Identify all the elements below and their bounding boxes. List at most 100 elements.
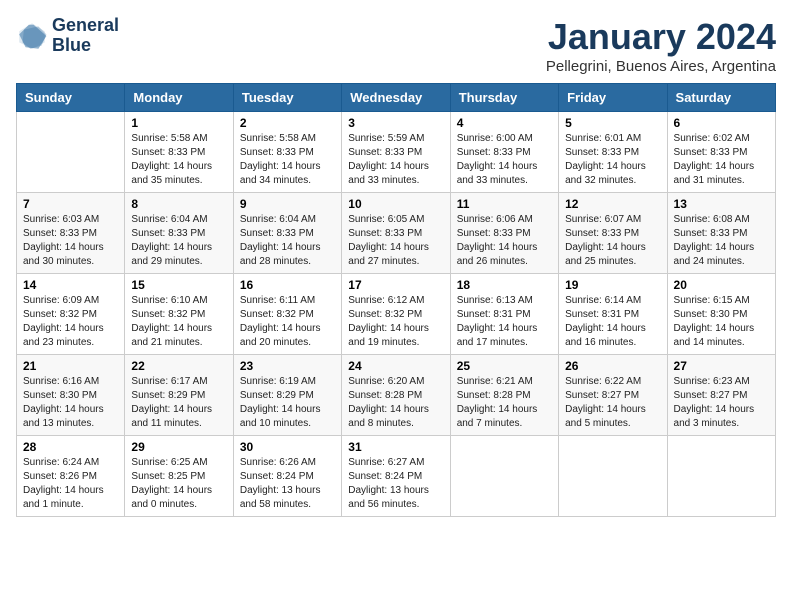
day-info: Sunrise: 6:16 AM Sunset: 8:30 PM Dayligh… [23, 375, 118, 431]
calendar-cell: 12Sunrise: 6:07 AM Sunset: 8:33 PM Dayli… [559, 193, 667, 274]
calendar-cell: 30Sunrise: 6:26 AM Sunset: 8:24 PM Dayli… [233, 436, 341, 517]
calendar-cell: 1Sunrise: 5:58 AM Sunset: 8:33 PM Daylig… [125, 112, 233, 193]
calendar-week-5: 28 Sunrise: 6:24 AM Sunset: 8:26 PM Dayli… [17, 436, 776, 517]
day-number: 24 [348, 359, 443, 373]
calendar-cell: 14 Sunrise: 6:09 AM Sunset: 8:32 PM Dayli… [17, 274, 125, 355]
day-number: 10 [348, 197, 443, 211]
day-number: 22 [131, 359, 226, 373]
day-number: 29 [131, 440, 226, 454]
calendar-cell [450, 436, 558, 517]
calendar-subtitle: Pellegrini, Buenos Aires, Argentina [546, 58, 776, 75]
calendar-cell: 25Sunrise: 6:21 AM Sunset: 8:28 PM Dayli… [450, 355, 558, 436]
logo-icon [16, 20, 48, 52]
calendar-title: January 2024 [546, 16, 776, 58]
day-info: Sunrise: 6:11 AM Sunset: 8:32 PM Dayligh… [240, 294, 335, 350]
day-info: Sunrise: 6:22 AM Sunset: 8:27 PM Dayligh… [565, 375, 660, 431]
day-info: Sunrise: 6:23 AM Sunset: 8:27 PM Dayligh… [674, 375, 769, 431]
column-header-thursday: Thursday [450, 84, 558, 112]
day-number: 14 [23, 278, 118, 292]
day-number: 18 [457, 278, 552, 292]
day-number: 7 [23, 197, 118, 211]
day-info: Sunrise: 6:01 AM Sunset: 8:33 PM Dayligh… [565, 132, 660, 188]
calendar-cell: 21 Sunrise: 6:16 AM Sunset: 8:30 PM Dayli… [17, 355, 125, 436]
day-number: 9 [240, 197, 335, 211]
day-info: Sunrise: 6:26 AM Sunset: 8:24 PM Dayligh… [240, 456, 335, 512]
logo-text: General Blue [52, 16, 119, 56]
calendar-cell: 19 Sunrise: 6:14 AM Sunset: 8:31 PM Dayli… [559, 274, 667, 355]
calendar-cell: 9Sunrise: 6:04 AM Sunset: 8:33 PM Daylig… [233, 193, 341, 274]
day-number: 20 [674, 278, 769, 292]
day-number: 19 [565, 278, 660, 292]
calendar-cell: 29 Sunrise: 6:25 AM Sunset: 8:25 PM Dayli… [125, 436, 233, 517]
day-number: 26 [565, 359, 660, 373]
day-number: 23 [240, 359, 335, 373]
calendar-cell: 28 Sunrise: 6:24 AM Sunset: 8:26 PM Dayli… [17, 436, 125, 517]
calendar-cell: 3Sunrise: 5:59 AM Sunset: 8:33 PM Daylig… [342, 112, 450, 193]
calendar-table: SundayMondayTuesdayWednesdayThursdayFrid… [16, 83, 776, 517]
day-info: Sunrise: 6:17 AM Sunset: 8:29 PM Dayligh… [131, 375, 226, 431]
calendar-cell: 22 Sunrise: 6:17 AM Sunset: 8:29 PM Dayli… [125, 355, 233, 436]
calendar-week-4: 21 Sunrise: 6:16 AM Sunset: 8:30 PM Dayli… [17, 355, 776, 436]
calendar-cell: 23 Sunrise: 6:19 AM Sunset: 8:29 PM Dayli… [233, 355, 341, 436]
day-info: Sunrise: 6:25 AM Sunset: 8:25 PM Dayligh… [131, 456, 226, 512]
title-block: January 2024 Pellegrini, Buenos Aires, A… [546, 16, 776, 75]
calendar-cell: 16 Sunrise: 6:11 AM Sunset: 8:32 PM Dayli… [233, 274, 341, 355]
day-number: 6 [674, 116, 769, 130]
calendar-header-row: SundayMondayTuesdayWednesdayThursdayFrid… [17, 84, 776, 112]
calendar-week-2: 7 Sunrise: 6:03 AM Sunset: 8:33 PM Daylig… [17, 193, 776, 274]
day-info: Sunrise: 6:10 AM Sunset: 8:32 PM Dayligh… [131, 294, 226, 350]
day-number: 21 [23, 359, 118, 373]
calendar-cell: 11 Sunrise: 6:06 AM Sunset: 8:33 PM Dayli… [450, 193, 558, 274]
calendar-cell: 24 Sunrise: 6:20 AM Sunset: 8:28 PM Dayli… [342, 355, 450, 436]
day-number: 2 [240, 116, 335, 130]
calendar-cell: 4 Sunrise: 6:00 AM Sunset: 8:33 PM Daylig… [450, 112, 558, 193]
calendar-cell [17, 112, 125, 193]
day-info: Sunrise: 6:27 AM Sunset: 8:24 PM Dayligh… [348, 456, 443, 512]
calendar-cell: 2 Sunrise: 5:58 AM Sunset: 8:33 PM Daylig… [233, 112, 341, 193]
calendar-cell: 8 Sunrise: 6:04 AM Sunset: 8:33 PM Daylig… [125, 193, 233, 274]
day-number: 4 [457, 116, 552, 130]
day-info: Sunrise: 6:20 AM Sunset: 8:28 PM Dayligh… [348, 375, 443, 431]
calendar-cell: 6Sunrise: 6:02 AM Sunset: 8:33 PM Daylig… [667, 112, 775, 193]
day-number: 11 [457, 197, 552, 211]
calendar-cell: 31 Sunrise: 6:27 AM Sunset: 8:24 PM Dayli… [342, 436, 450, 517]
day-info: Sunrise: 6:09 AM Sunset: 8:32 PM Dayligh… [23, 294, 118, 350]
calendar-cell: 5 Sunrise: 6:01 AM Sunset: 8:33 PM Daylig… [559, 112, 667, 193]
day-info: Sunrise: 6:06 AM Sunset: 8:33 PM Dayligh… [457, 213, 552, 269]
column-header-friday: Friday [559, 84, 667, 112]
day-number: 16 [240, 278, 335, 292]
day-number: 8 [131, 197, 226, 211]
calendar-cell: 27 Sunrise: 6:23 AM Sunset: 8:27 PM Dayli… [667, 355, 775, 436]
day-info: Sunrise: 6:00 AM Sunset: 8:33 PM Dayligh… [457, 132, 552, 188]
calendar-cell: 13Sunrise: 6:08 AM Sunset: 8:33 PM Dayli… [667, 193, 775, 274]
day-number: 31 [348, 440, 443, 454]
day-number: 27 [674, 359, 769, 373]
calendar-cell: 17Sunrise: 6:12 AM Sunset: 8:32 PM Dayli… [342, 274, 450, 355]
calendar-cell: 7 Sunrise: 6:03 AM Sunset: 8:33 PM Daylig… [17, 193, 125, 274]
day-info: Sunrise: 5:58 AM Sunset: 8:33 PM Dayligh… [240, 132, 335, 188]
day-number: 25 [457, 359, 552, 373]
calendar-cell [667, 436, 775, 517]
calendar-cell: 20 Sunrise: 6:15 AM Sunset: 8:30 PM Dayli… [667, 274, 775, 355]
day-number: 15 [131, 278, 226, 292]
day-info: Sunrise: 6:19 AM Sunset: 8:29 PM Dayligh… [240, 375, 335, 431]
day-info: Sunrise: 6:03 AM Sunset: 8:33 PM Dayligh… [23, 213, 118, 269]
day-info: Sunrise: 6:05 AM Sunset: 8:33 PM Dayligh… [348, 213, 443, 269]
page-header: General Blue January 2024 Pellegrini, Bu… [16, 16, 776, 75]
calendar-cell: 15 Sunrise: 6:10 AM Sunset: 8:32 PM Dayli… [125, 274, 233, 355]
column-header-saturday: Saturday [667, 84, 775, 112]
day-info: Sunrise: 6:08 AM Sunset: 8:33 PM Dayligh… [674, 213, 769, 269]
day-info: Sunrise: 6:15 AM Sunset: 8:30 PM Dayligh… [674, 294, 769, 350]
day-number: 5 [565, 116, 660, 130]
calendar-cell: 10 Sunrise: 6:05 AM Sunset: 8:33 PM Dayli… [342, 193, 450, 274]
day-number: 28 [23, 440, 118, 454]
column-header-sunday: Sunday [17, 84, 125, 112]
calendar-week-1: 1Sunrise: 5:58 AM Sunset: 8:33 PM Daylig… [17, 112, 776, 193]
calendar-cell: 18Sunrise: 6:13 AM Sunset: 8:31 PM Dayli… [450, 274, 558, 355]
day-info: Sunrise: 6:24 AM Sunset: 8:26 PM Dayligh… [23, 456, 118, 512]
column-header-tuesday: Tuesday [233, 84, 341, 112]
day-info: Sunrise: 6:14 AM Sunset: 8:31 PM Dayligh… [565, 294, 660, 350]
day-info: Sunrise: 6:04 AM Sunset: 8:33 PM Dayligh… [131, 213, 226, 269]
calendar-cell [559, 436, 667, 517]
day-info: Sunrise: 5:59 AM Sunset: 8:33 PM Dayligh… [348, 132, 443, 188]
